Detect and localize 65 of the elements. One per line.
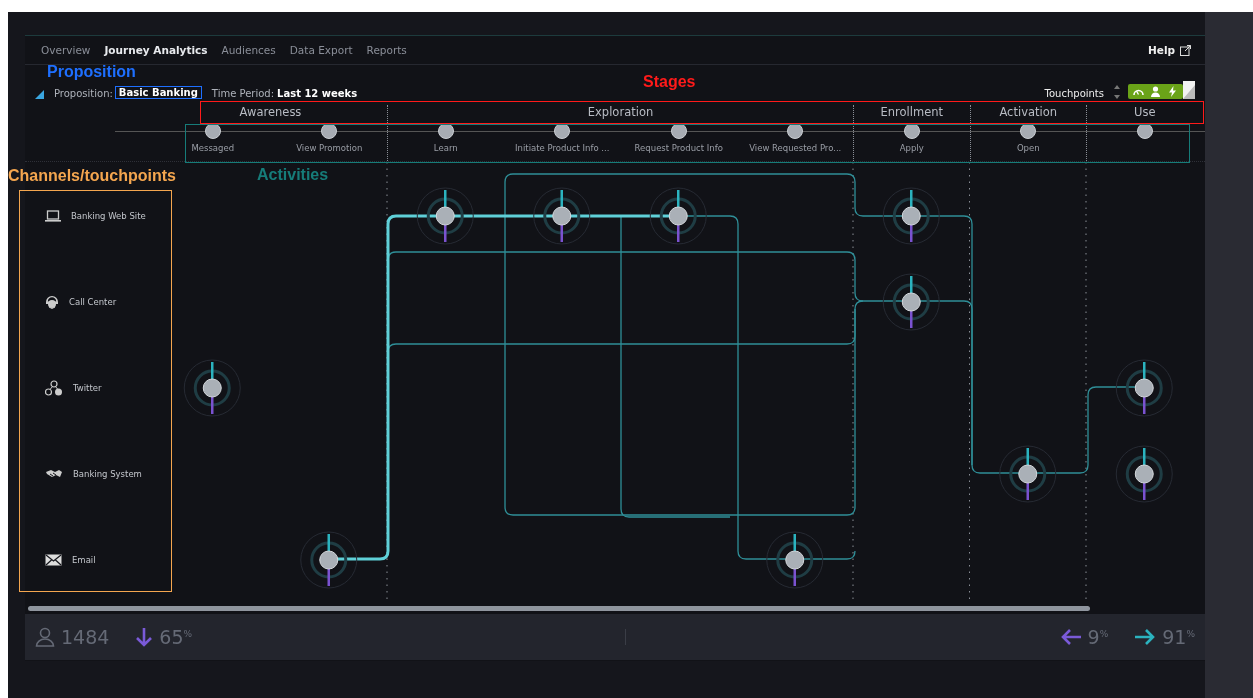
laptop-icon <box>45 210 61 222</box>
view-selector[interactable]: Touchpoints <box>1044 88 1104 99</box>
channel-label: Call Center <box>69 297 117 307</box>
activity-label: Learn <box>433 143 458 153</box>
activity-label: Messaged <box>191 143 235 153</box>
activity-node[interactable] <box>1115 359 1173 417</box>
activity-label: Open <box>1016 143 1040 153</box>
activity-node[interactable] <box>882 187 940 245</box>
activity-node[interactable] <box>766 531 824 589</box>
mode-toggle-group[interactable] <box>1128 84 1183 99</box>
help-link[interactable]: Help <box>1147 44 1175 56</box>
activity-label: View Promotion <box>296 143 363 153</box>
field-label: Time Period: <box>211 88 275 99</box>
handshake-icon <box>45 469 63 479</box>
forward-percent: 91$^{%}$ <box>1162 626 1195 648</box>
stage-label: Activation <box>969 105 1086 123</box>
nav-tab[interactable]: Audiences <box>221 44 276 56</box>
right-arrow-icon <box>1134 628 1157 646</box>
channel-label: Twitter <box>73 383 102 393</box>
user-icon <box>35 627 55 647</box>
activity-label: View Requested Pro... <box>749 143 842 153</box>
activity-node[interactable] <box>416 187 474 245</box>
corner-triangle-icon <box>35 90 44 99</box>
external-link-icon <box>1180 44 1191 56</box>
proposition-value[interactable]: Basic Banking <box>114 86 202 99</box>
activity-node[interactable] <box>183 359 241 417</box>
annotation-label: Proposition <box>47 63 136 81</box>
activity-node[interactable] <box>999 445 1057 503</box>
activity-label: Apply <box>899 143 924 153</box>
page-icon <box>1183 81 1195 99</box>
activity-node[interactable] <box>300 531 358 589</box>
stage-label: Awareness <box>238 105 303 121</box>
channel-label: Banking Web Site <box>71 211 146 221</box>
dropoff-percent: 65$^{%}$ <box>159 626 193 648</box>
person-icon <box>1150 86 1161 97</box>
activity-node[interactable] <box>882 273 940 331</box>
activity-label: Initiate Product Info ... <box>515 143 610 153</box>
activity-label: Request Product Info <box>634 143 723 153</box>
annotation-label: Stages <box>643 73 696 91</box>
nav-tab[interactable]: Journey Analytics <box>104 44 208 56</box>
network-icon <box>45 380 63 396</box>
stage-label: Enrollment <box>853 105 970 123</box>
visitor-count: 1484 <box>61 626 110 648</box>
bolt-icon <box>1167 86 1178 97</box>
field-label: Proposition: <box>54 88 113 99</box>
nav-tab[interactable]: Reports <box>366 44 407 56</box>
envelope-icon <box>45 554 62 566</box>
stage-label: Use <box>1086 105 1203 123</box>
sort-arrows-icon <box>1114 85 1120 99</box>
activity-node[interactable] <box>1115 445 1173 503</box>
channel-label: Banking System <box>73 469 142 479</box>
down-arrow-icon <box>135 627 154 647</box>
left-arrow-icon <box>1059 628 1082 646</box>
horizontal-scrollbar[interactable] <box>28 605 1090 611</box>
annotation-label: Channels/touchpoints <box>8 167 176 185</box>
back-percent: 9$^{%}$ <box>1087 626 1109 648</box>
period-value[interactable]: Last 12 weeks <box>277 88 358 99</box>
headset-icon <box>45 294 59 310</box>
annotation-label: Activities <box>257 166 329 184</box>
nav-tab[interactable]: Overview <box>41 44 91 56</box>
stage-label: Exploration <box>387 105 853 123</box>
activity-node[interactable] <box>533 187 591 245</box>
nav-tab[interactable]: Data Export <box>289 44 353 56</box>
activity-node[interactable] <box>649 187 707 245</box>
channel-label: Email <box>72 555 96 565</box>
